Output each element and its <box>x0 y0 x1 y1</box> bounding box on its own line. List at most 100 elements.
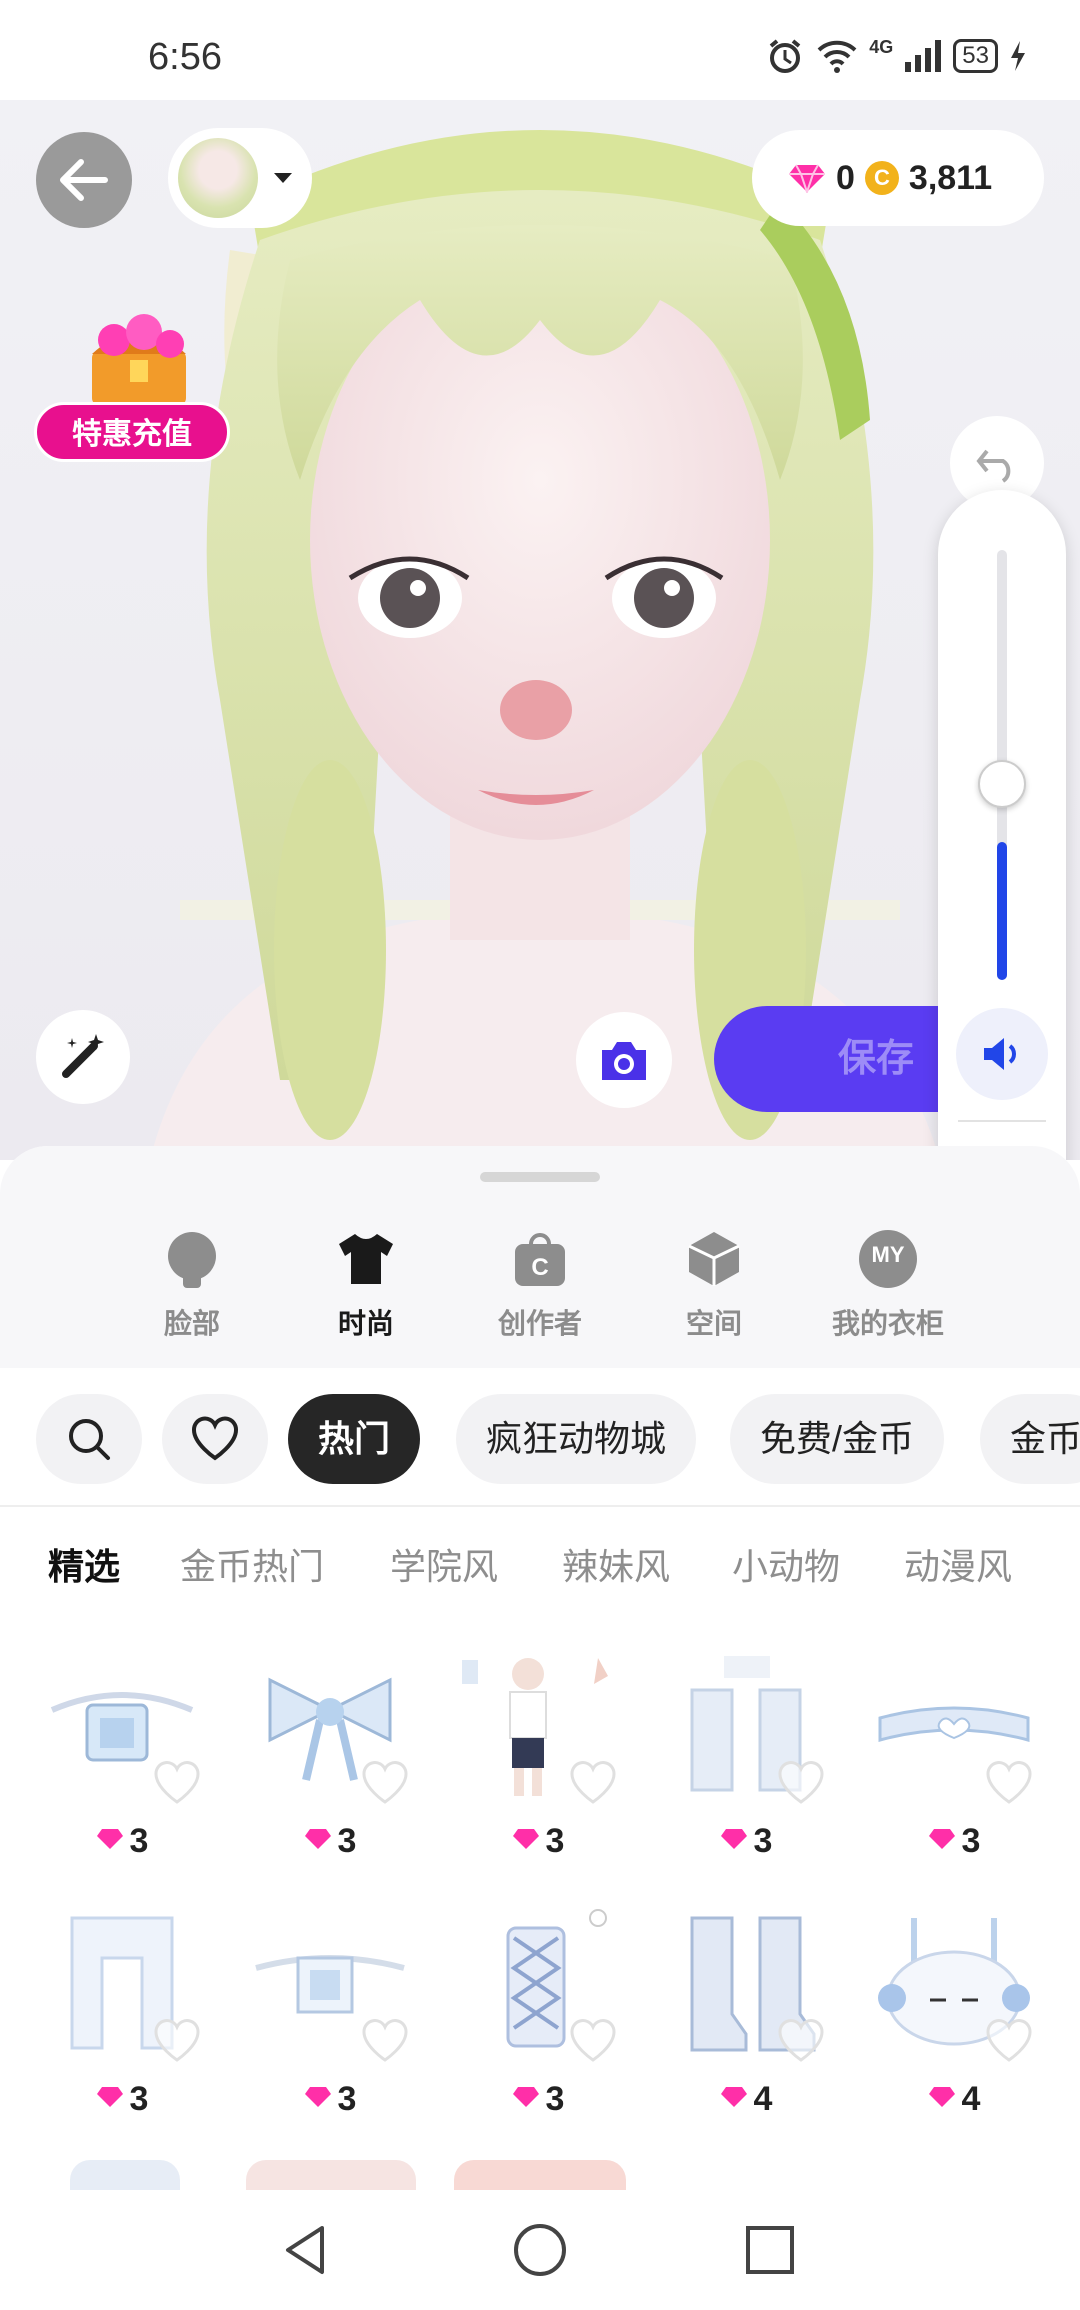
subtab-featured[interactable]: 精选 <box>48 1538 120 1590</box>
avatar-stage[interactable]: 0 C 3,811 特惠充值 保存 <box>0 100 1080 1160</box>
price-value: 3 <box>337 1822 357 1860</box>
item-price: 3 <box>646 1822 846 1861</box>
item-card[interactable]: 4 <box>646 1888 846 2128</box>
mute-toggle-button[interactable] <box>956 1008 1048 1100</box>
battery-level: 53 <box>953 39 998 73</box>
subtab-coin-hot[interactable]: 金币热门 <box>180 1538 324 1590</box>
closet-icon-text: MY <box>871 1242 905 1267</box>
item-price: 3 <box>22 1822 222 1861</box>
chip-hot[interactable]: 热门 <box>288 1394 421 1484</box>
subtab-anime[interactable]: 动漫风 <box>904 1538 1012 1590</box>
item-card[interactable]: 3 <box>230 1888 430 2128</box>
item-price: 3 <box>438 2080 638 2119</box>
tab-fashion-label: 时尚 <box>337 1308 394 1339</box>
price-value: 3 <box>961 1822 981 1860</box>
heart-icon[interactable] <box>776 2018 826 2064</box>
gem-icon <box>96 1829 123 1849</box>
heart-icon[interactable] <box>568 2018 618 2064</box>
volume-level <box>997 842 1007 980</box>
subtab-preppy[interactable]: 学院风 <box>390 1538 498 1590</box>
price-value: 3 <box>337 2080 357 2118</box>
item-card[interactable]: 3 <box>854 1630 1054 1870</box>
item-price: 3 <box>22 2080 222 2119</box>
magic-edit-button[interactable] <box>36 1010 130 1104</box>
price-value: 3 <box>545 2080 565 2118</box>
face-icon <box>168 1232 216 1288</box>
alarm-icon <box>770 39 801 73</box>
status-icons: 4G 53 <box>765 36 1028 76</box>
camera-button[interactable] <box>576 1012 672 1108</box>
heart-icon[interactable] <box>360 1760 410 1806</box>
heart-icon[interactable] <box>152 1760 202 1806</box>
volume-knob[interactable] <box>978 760 1026 808</box>
item-price: 3 <box>854 1822 1054 1861</box>
price-value: 3 <box>129 2080 149 2118</box>
item-card[interactable]: 4 <box>854 1888 1054 2128</box>
favorites-button[interactable] <box>162 1394 268 1484</box>
avatar-switcher[interactable] <box>168 128 312 228</box>
filter-chips: 热门 疯狂动物城 免费/金币 金币 <box>0 1386 1080 1490</box>
search-button[interactable] <box>36 1394 142 1484</box>
status-bar: 6:56 4G 53 <box>0 0 1080 100</box>
caret-down-icon <box>274 173 292 183</box>
heart-icon[interactable] <box>360 2018 410 2064</box>
screen: { "status_bar": { "time": "6:56", "netwo… <box>0 0 1080 2310</box>
item-card[interactable]: 3 <box>438 1888 638 2128</box>
magic-wand-icon <box>62 1034 104 1078</box>
sub-tabs: 精选 金币热门 学院风 辣妹风 小动物 动漫风 <box>0 1538 1080 1598</box>
network-type: 4G <box>869 36 894 57</box>
heart-icon[interactable] <box>984 2018 1034 2064</box>
heart-icon <box>192 1416 238 1461</box>
coin-count: 3,811 <box>908 158 993 197</box>
item-card[interactable]: 3 <box>22 1888 222 2128</box>
item-card[interactable]: 3 <box>230 1630 430 1870</box>
gem-icon <box>789 164 825 193</box>
tab-creator[interactable]: C 创作者 <box>460 1228 620 1342</box>
heart-icon[interactable] <box>152 2018 202 2064</box>
item-card[interactable]: 3 <box>438 1630 638 1870</box>
heart-icon[interactable] <box>984 1760 1034 1806</box>
heart-icon[interactable] <box>568 1760 618 1806</box>
speaker-icon <box>984 1038 1016 1070</box>
chip-zootopia[interactable]: 疯狂动物城 <box>456 1394 697 1484</box>
item-card-partial <box>70 2160 180 2190</box>
chip-free-coin[interactable]: 免费/金币 <box>730 1394 945 1484</box>
gem-icon <box>512 2087 539 2107</box>
price-value: 4 <box>961 2080 981 2118</box>
avatar-thumbnail <box>178 138 258 218</box>
item-card[interactable]: 3 <box>22 1630 222 1870</box>
item-price: 4 <box>646 2080 846 2119</box>
volume-panel <box>938 490 1066 1160</box>
camera-icon <box>602 1042 646 1080</box>
tab-face[interactable]: 脸部 <box>112 1228 272 1342</box>
promo-recharge[interactable]: 特惠充值 <box>34 300 234 470</box>
subtab-animals[interactable]: 小动物 <box>732 1538 840 1590</box>
undo-icon <box>976 449 1011 483</box>
promo-label: 特惠充值 <box>34 402 230 462</box>
item-card[interactable]: 3 <box>646 1630 846 1870</box>
chip-coin[interactable]: 金币 <box>980 1394 1080 1484</box>
arrow-left-icon <box>60 159 108 201</box>
wifi-icon <box>817 40 857 73</box>
category-tabs: 脸部 时尚 C 创作者 空间 MY 我的衣柜 <box>0 1146 1080 1368</box>
gem-icon <box>512 1829 539 1849</box>
coin-icon: C <box>864 161 899 195</box>
gem-icon <box>720 2087 747 2107</box>
nav-recents-icon[interactable] <box>740 2220 800 2280</box>
tshirt-icon <box>339 1234 393 1284</box>
back-button[interactable] <box>36 132 132 228</box>
tab-space[interactable]: 空间 <box>634 1228 794 1342</box>
currency-balance[interactable]: 0 C 3,811 <box>752 130 1044 226</box>
sheet-drag-handle[interactable] <box>480 1172 600 1182</box>
nav-back-icon[interactable] <box>278 2220 338 2280</box>
tab-my-closet-label: 我的衣柜 <box>831 1308 944 1339</box>
heart-icon[interactable] <box>776 1760 826 1806</box>
volume-divider <box>958 1120 1046 1122</box>
tab-my-closet[interactable]: MY 我的衣柜 <box>808 1228 968 1342</box>
nav-home-icon[interactable] <box>510 2220 570 2280</box>
price-value: 3 <box>129 1822 149 1860</box>
tab-fashion[interactable]: 时尚 <box>286 1228 446 1342</box>
charging-icon <box>1011 41 1025 71</box>
subtab-hot-girl[interactable]: 辣妹风 <box>562 1538 670 1590</box>
price-value: 3 <box>753 1822 773 1860</box>
